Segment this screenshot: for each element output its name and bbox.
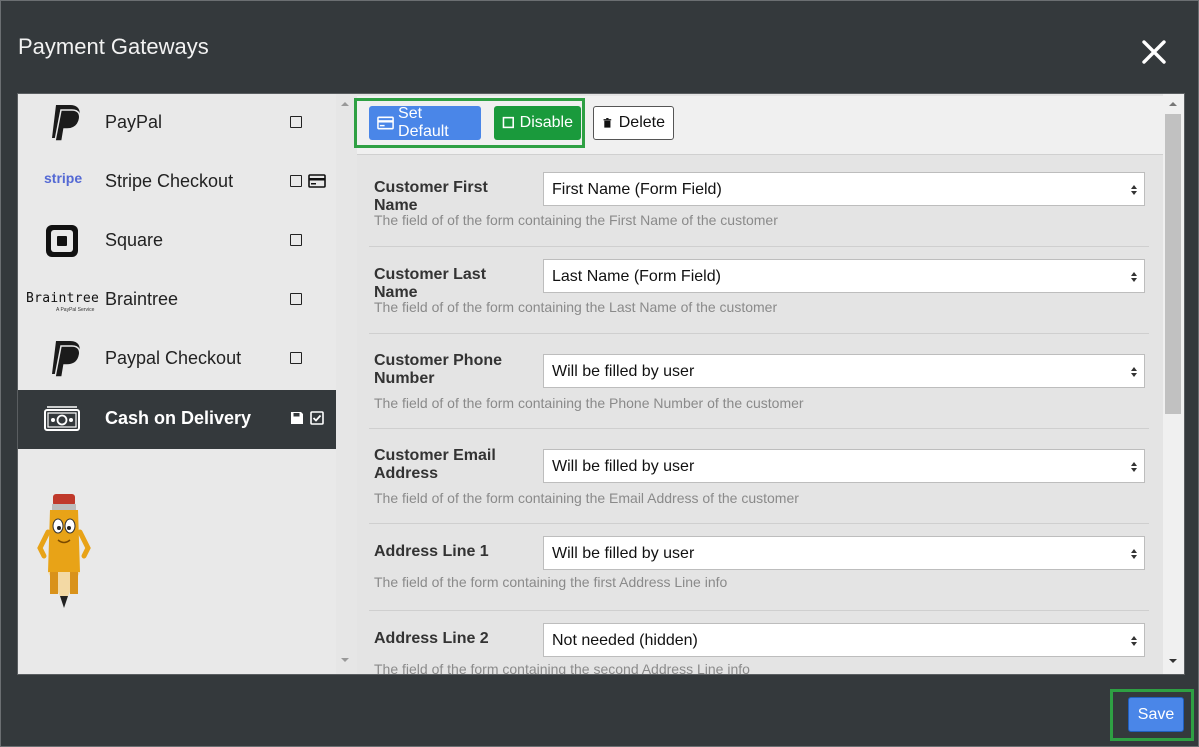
select-arrows-icon: [1131, 367, 1137, 377]
stripe-logo: stripe: [44, 170, 83, 186]
scroll-down-arrow-icon[interactable]: [1168, 657, 1178, 665]
sidebar-item-braintree[interactable]: Braintree A PayPal Service Braintree: [18, 271, 336, 330]
select-arrows-icon: [1131, 549, 1137, 559]
last-name-select[interactable]: Last Name (Form Field): [543, 259, 1145, 293]
braintree-logo-subtext: A PayPal Service: [56, 307, 95, 313]
select-arrows-icon: [1131, 636, 1137, 646]
field-row-first-name: Customer First Name First Name (Form Fie…: [369, 164, 1149, 247]
scroll-down-arrow-icon[interactable]: [340, 656, 350, 664]
field-row-email: Customer Email Address Will be filled by…: [369, 433, 1149, 524]
enabled-checkbox[interactable]: [290, 352, 302, 364]
select-arrows-icon: [1131, 185, 1137, 195]
paypal-logo-icon: [52, 105, 81, 142]
sidebar-item-paypal[interactable]: PayPal: [18, 94, 336, 153]
select-arrows-icon: [1131, 462, 1137, 472]
sidebar-item-stripe-checkout[interactable]: stripe Stripe Checkout: [18, 153, 336, 212]
field-row-last-name: Customer Last Name Last Name (Form Field…: [369, 251, 1149, 334]
sidebar-item-label: Paypal Checkout: [105, 348, 242, 368]
braintree-logo: Braintree: [26, 291, 100, 306]
checked-checkbox-icon[interactable]: [310, 411, 325, 425]
square-outline-icon: [502, 116, 514, 129]
settings-scrollbar[interactable]: [1163, 94, 1184, 674]
sidebar-item-label: Braintree: [105, 289, 179, 309]
save-button[interactable]: Save: [1128, 697, 1184, 732]
set-default-button[interactable]: Set Default: [369, 105, 481, 140]
sidebar-item-label: Stripe Checkout: [105, 171, 234, 191]
scroll-up-arrow-icon[interactable]: [340, 100, 350, 108]
credit-card-icon: [377, 116, 394, 130]
sidebar-item-cash-on-delivery[interactable]: Cash on Delivery: [18, 390, 336, 449]
sidebar-item-label: PayPal: [105, 112, 163, 132]
field-row-address-line-2: Address Line 2 Not needed (hidden) The f…: [369, 615, 1149, 674]
scroll-up-arrow-icon[interactable]: [1168, 100, 1178, 108]
field-row-address-line-1: Address Line 1 Will be filled by user Th…: [369, 528, 1149, 611]
trash-icon: [603, 118, 612, 128]
save-disk-icon[interactable]: [290, 411, 304, 425]
gateway-settings: Set Default Disable Delete Customer Firs…: [354, 94, 1163, 674]
field-row-phone: Customer Phone Number Will be filled by …: [369, 338, 1149, 429]
phone-select[interactable]: Will be filled by user: [543, 354, 1145, 388]
enabled-checkbox[interactable]: [290, 293, 302, 305]
paypal-logo-icon: [52, 341, 81, 378]
email-select[interactable]: Will be filled by user: [543, 449, 1145, 483]
square-logo-icon: [46, 225, 78, 257]
dialog-title: Payment Gateways: [18, 34, 209, 59]
sidebar-item-square[interactable]: Square: [18, 212, 336, 271]
credit-card-icon: [308, 174, 327, 188]
enabled-checkbox[interactable]: [290, 234, 302, 246]
pencil-mascot-icon: [37, 494, 91, 608]
enabled-checkbox[interactable]: [290, 116, 302, 128]
first-name-select[interactable]: First Name (Form Field): [543, 172, 1145, 206]
gateway-toolbar: Set Default Disable Delete: [354, 96, 1163, 155]
disable-button[interactable]: Disable: [494, 106, 581, 140]
sidebar-item-paypal-checkout[interactable]: Paypal Checkout: [18, 330, 336, 389]
cash-icon: [44, 406, 80, 431]
sidebar-item-label: Square: [105, 230, 164, 250]
select-arrows-icon: [1131, 272, 1137, 282]
sidebar-item-label: Cash on Delivery: [105, 408, 252, 428]
close-icon: [1142, 40, 1166, 64]
address-line-1-select[interactable]: Will be filled by user: [543, 536, 1145, 570]
scrollbar-thumb[interactable]: [1165, 114, 1181, 414]
enabled-checkbox[interactable]: [290, 175, 302, 187]
close-button[interactable]: [1138, 36, 1170, 68]
gateway-panel: PayPal stripe Stripe Checkout Square Bra…: [17, 93, 1185, 675]
delete-button[interactable]: Delete: [593, 106, 674, 140]
address-line-2-select[interactable]: Not needed (hidden): [543, 623, 1145, 657]
